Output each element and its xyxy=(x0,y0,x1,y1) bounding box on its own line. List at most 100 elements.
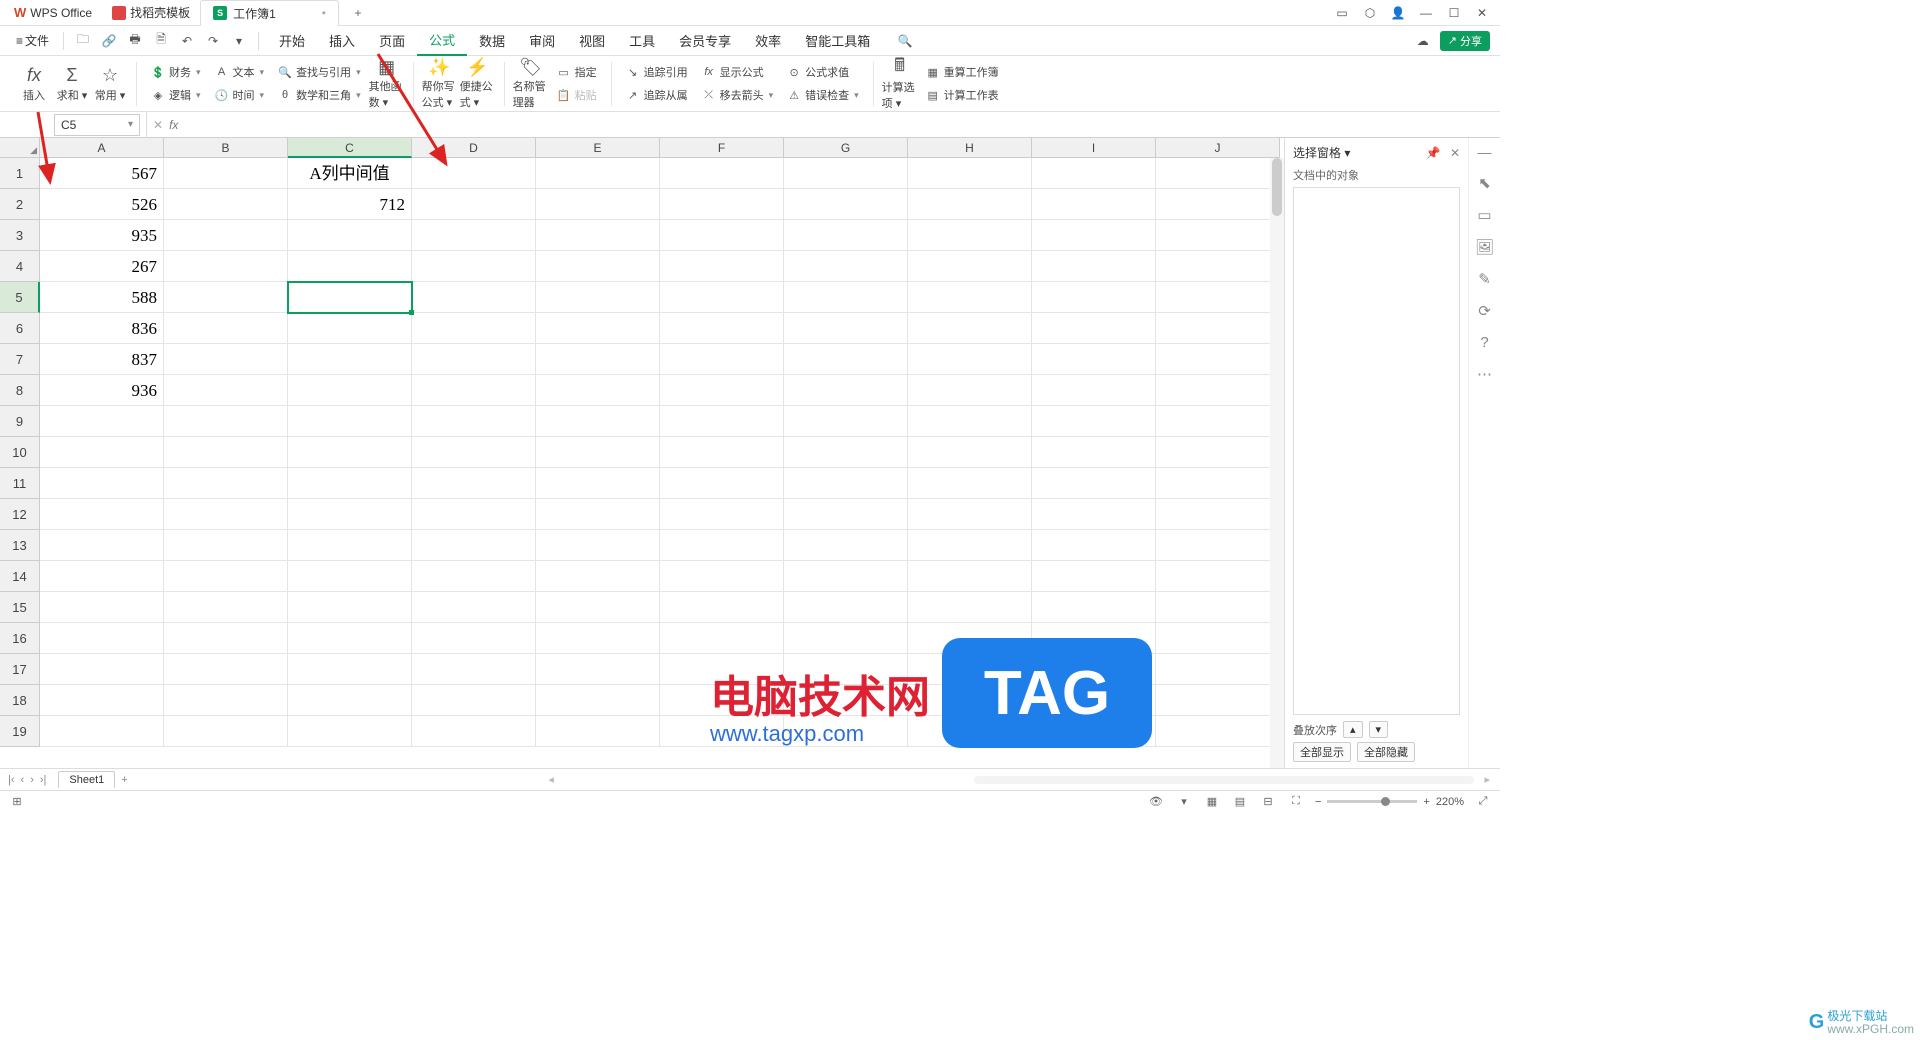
view-break-icon[interactable]: ⊟ xyxy=(1259,795,1277,808)
cell-J18[interactable] xyxy=(1156,685,1280,716)
cell-C15[interactable] xyxy=(288,592,412,623)
cell-E7[interactable] xyxy=(536,344,660,375)
cell-I5[interactable] xyxy=(1032,282,1156,313)
cell-I13[interactable] xyxy=(1032,530,1156,561)
cell-D12[interactable] xyxy=(412,499,536,530)
cell-A10[interactable] xyxy=(40,437,164,468)
cell-I2[interactable] xyxy=(1032,189,1156,220)
cell-E18[interactable] xyxy=(536,685,660,716)
cell-J2[interactable] xyxy=(1156,189,1280,220)
cell-F12[interactable] xyxy=(660,499,784,530)
finance-func-button[interactable]: 💲财务▾ xyxy=(145,61,207,83)
cell-I15[interactable] xyxy=(1032,592,1156,623)
cell-I1[interactable] xyxy=(1032,158,1156,189)
hscroll-right-icon[interactable]: ▸ xyxy=(1484,773,1490,786)
qat-print-icon[interactable]: 🖶 xyxy=(124,30,146,52)
error-check-button[interactable]: ⚠错误检查▾ xyxy=(781,84,865,106)
qat-redo-icon[interactable]: ↷ xyxy=(202,30,224,52)
col-header-G[interactable]: G xyxy=(784,138,908,158)
help-formula-button[interactable]: ✨帮你写公式 ▾ xyxy=(422,60,458,108)
row-header-16[interactable]: 16 xyxy=(0,623,40,654)
cell-D8[interactable] xyxy=(412,375,536,406)
cell-H4[interactable] xyxy=(908,251,1032,282)
cell-H17[interactable] xyxy=(908,654,1032,685)
cell-C3[interactable] xyxy=(288,220,412,251)
cell-F6[interactable] xyxy=(660,313,784,344)
remove-arrows-button[interactable]: ⤫移去箭头▾ xyxy=(696,84,780,106)
cell-G10[interactable] xyxy=(784,437,908,468)
cell-F8[interactable] xyxy=(660,375,784,406)
cell-C5[interactable] xyxy=(288,282,412,313)
row-header-11[interactable]: 11 xyxy=(0,468,40,499)
cell-J8[interactable] xyxy=(1156,375,1280,406)
cell-E16[interactable] xyxy=(536,623,660,654)
cell-I11[interactable] xyxy=(1032,468,1156,499)
menu-工具[interactable]: 工具 xyxy=(617,26,667,56)
cell-E9[interactable] xyxy=(536,406,660,437)
cell-B2[interactable] xyxy=(164,189,288,220)
chevron-down-icon[interactable]: ▾ xyxy=(128,119,133,130)
cell-E12[interactable] xyxy=(536,499,660,530)
cell-F17[interactable] xyxy=(660,654,784,685)
cell-G3[interactable] xyxy=(784,220,908,251)
conv-formula-button[interactable]: ⚡便捷公式 ▾ xyxy=(460,60,496,108)
qat-link-icon[interactable]: 🔗 xyxy=(98,30,120,52)
close-button[interactable]: ✕ xyxy=(1468,0,1496,26)
cell-A12[interactable] xyxy=(40,499,164,530)
menu-插入[interactable]: 插入 xyxy=(317,26,367,56)
cell-B6[interactable] xyxy=(164,313,288,344)
cell-A17[interactable] xyxy=(40,654,164,685)
cell-F10[interactable] xyxy=(660,437,784,468)
collapse-panel-icon[interactable]: — xyxy=(1478,144,1492,160)
cell-D3[interactable] xyxy=(412,220,536,251)
cell-H18[interactable] xyxy=(908,685,1032,716)
cell-G6[interactable] xyxy=(784,313,908,344)
cell-J19[interactable] xyxy=(1156,716,1280,747)
cell-A14[interactable] xyxy=(40,561,164,592)
cell-D13[interactable] xyxy=(412,530,536,561)
cell-C18[interactable] xyxy=(288,685,412,716)
cell-D15[interactable] xyxy=(412,592,536,623)
cell-D5[interactable] xyxy=(412,282,536,313)
cell-F1[interactable] xyxy=(660,158,784,189)
cell-C1[interactable]: A列中间值 xyxy=(288,158,412,189)
cell-G1[interactable] xyxy=(784,158,908,189)
insert-function-button[interactable]: fx插入 xyxy=(16,60,52,108)
cell-G17[interactable] xyxy=(784,654,908,685)
cell-H9[interactable] xyxy=(908,406,1032,437)
cell-C7[interactable] xyxy=(288,344,412,375)
cell-I10[interactable] xyxy=(1032,437,1156,468)
help-icon[interactable]: ? xyxy=(1480,334,1488,351)
cell-G11[interactable] xyxy=(784,468,908,499)
cell-B17[interactable] xyxy=(164,654,288,685)
row-header-6[interactable]: 6 xyxy=(0,313,40,344)
cell-H3[interactable] xyxy=(908,220,1032,251)
view-normal-icon[interactable]: ▦ xyxy=(1203,795,1221,808)
cell-G15[interactable] xyxy=(784,592,908,623)
row-header-13[interactable]: 13 xyxy=(0,530,40,561)
cell-A7[interactable]: 837 xyxy=(40,344,164,375)
gallery-icon[interactable]: 🖼 xyxy=(1475,238,1494,256)
cell-C16[interactable] xyxy=(288,623,412,654)
cell-C14[interactable] xyxy=(288,561,412,592)
cell-B8[interactable] xyxy=(164,375,288,406)
move-down-button[interactable]: ▾ xyxy=(1369,721,1389,738)
cell-I16[interactable] xyxy=(1032,623,1156,654)
cell-A18[interactable] xyxy=(40,685,164,716)
cell-F5[interactable] xyxy=(660,282,784,313)
menu-智能工具箱[interactable]: 智能工具箱 xyxy=(793,26,882,56)
cell-H11[interactable] xyxy=(908,468,1032,499)
cell-F2[interactable] xyxy=(660,189,784,220)
cell-D1[interactable] xyxy=(412,158,536,189)
cell-I18[interactable] xyxy=(1032,685,1156,716)
cell-B4[interactable] xyxy=(164,251,288,282)
hide-all-button[interactable]: 全部隐藏 xyxy=(1357,742,1415,762)
cancel-formula-icon[interactable]: ✕ xyxy=(153,118,163,132)
cell-J12[interactable] xyxy=(1156,499,1280,530)
cell-C4[interactable] xyxy=(288,251,412,282)
name-box[interactable]: C5 ▾ xyxy=(54,114,140,136)
cell-A16[interactable] xyxy=(40,623,164,654)
cell-J17[interactable] xyxy=(1156,654,1280,685)
cell-D17[interactable] xyxy=(412,654,536,685)
col-header-E[interactable]: E xyxy=(536,138,660,158)
